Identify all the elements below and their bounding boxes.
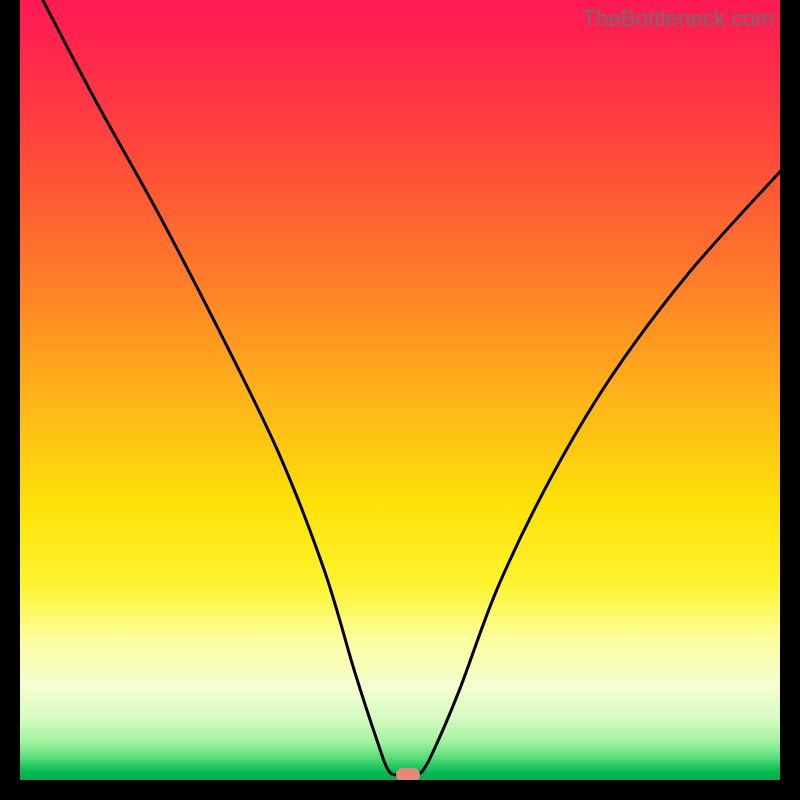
plot-area: [20, 0, 780, 780]
curve-svg: [20, 0, 780, 780]
bottleneck-curve: [43, 0, 780, 776]
minimum-marker: [396, 768, 420, 780]
chart-stage: TheBottleneck.com: [0, 0, 800, 800]
